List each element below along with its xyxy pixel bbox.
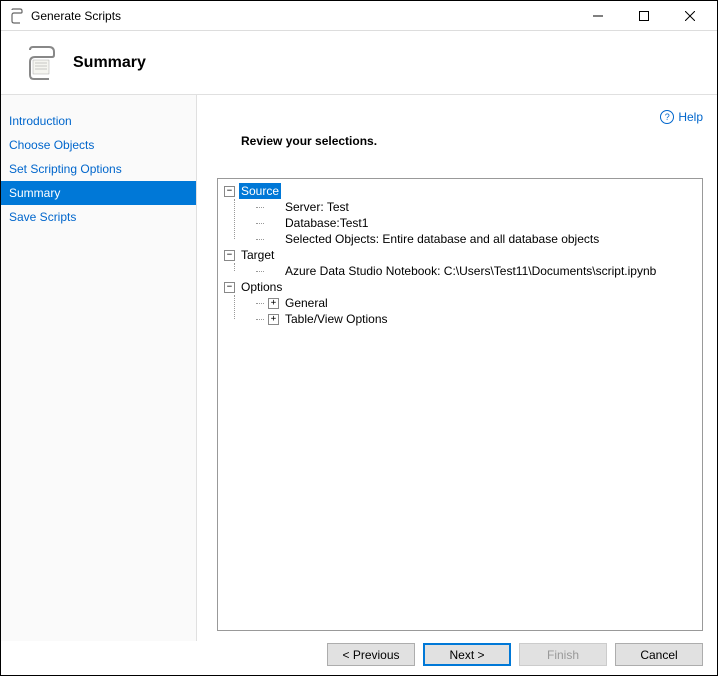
sidebar-item-summary[interactable]: Summary [1,181,196,205]
help-icon: ? [660,110,674,124]
wizard-header: Summary [1,31,717,95]
server-value: Test [327,200,349,214]
help-link-container: ? Help [217,109,703,124]
tree-node-database[interactable]: Database:Test1 [224,215,702,231]
expand-icon[interactable]: + [268,314,279,325]
general-label[interactable]: General [283,295,330,311]
leaf-icon [268,202,279,213]
sidebar-item-save-scripts[interactable]: Save Scripts [1,205,196,229]
notebook-value: C:\Users\Test11\Documents\script.ipynb [444,264,657,278]
navigation-sidebar: Introduction Choose Objects Set Scriptin… [1,95,197,641]
leaf-icon [268,218,279,229]
previous-button[interactable]: < Previous [327,643,415,666]
selected-objects-value: Entire database and all database objects [382,232,599,246]
database-label: Database: [285,216,340,230]
finish-button: Finish [519,643,607,666]
sidebar-item-choose-objects[interactable]: Choose Objects [1,133,196,157]
wizard-footer: < Previous Next > Finish Cancel [1,641,717,675]
main-content: ? Help Review your selections. − Source [197,95,717,641]
tree-node-source[interactable]: − Source [224,183,702,199]
database-value: Test1 [340,216,369,230]
sidebar-item-set-scripting-options[interactable]: Set Scripting Options [1,157,196,181]
close-button[interactable] [667,1,713,31]
window-title: Generate Scripts [31,9,575,23]
wizard-body: Introduction Choose Objects Set Scriptin… [1,95,717,641]
tree-node-target[interactable]: − Target [224,247,702,263]
instruction-text: Review your selections. [241,134,703,148]
summary-tree[interactable]: − Source Server: Test Database:Test1 [217,178,703,631]
tree-node-general[interactable]: + General [224,295,702,311]
selected-objects-label: Selected Objects: [285,232,379,246]
next-button[interactable]: Next > [423,643,511,666]
tree-node-selected-objects[interactable]: Selected Objects: Entire database and al… [224,231,702,247]
minimize-button[interactable] [575,1,621,31]
titlebar: Generate Scripts [1,1,717,31]
sidebar-item-introduction[interactable]: Introduction [1,109,196,133]
expand-icon[interactable]: + [268,298,279,309]
server-label: Server: [285,200,324,214]
notebook-label: Azure Data Studio Notebook: [285,264,440,278]
leaf-icon [268,266,279,277]
collapse-icon[interactable]: − [224,186,235,197]
minimize-icon [593,11,603,21]
tree-node-options[interactable]: − Options [224,279,702,295]
tree-node-server[interactable]: Server: Test [224,199,702,215]
tree-label-target[interactable]: Target [239,247,276,263]
help-link[interactable]: ? Help [660,110,703,124]
page-title: Summary [73,54,146,72]
tree-label-source[interactable]: Source [239,183,281,199]
app-icon [9,8,25,24]
maximize-icon [639,11,649,21]
tree-label-options[interactable]: Options [239,279,284,295]
close-icon [685,11,695,21]
window-controls [575,1,713,31]
collapse-icon[interactable]: − [224,250,235,261]
tree-node-table-view[interactable]: + Table/View Options [224,311,702,327]
leaf-icon [268,234,279,245]
help-label: Help [678,110,703,124]
cancel-button[interactable]: Cancel [615,643,703,666]
maximize-button[interactable] [621,1,667,31]
script-icon [23,45,59,81]
table-view-label[interactable]: Table/View Options [283,311,390,327]
collapse-icon[interactable]: − [224,282,235,293]
tree-node-notebook[interactable]: Azure Data Studio Notebook: C:\Users\Tes… [224,263,702,279]
